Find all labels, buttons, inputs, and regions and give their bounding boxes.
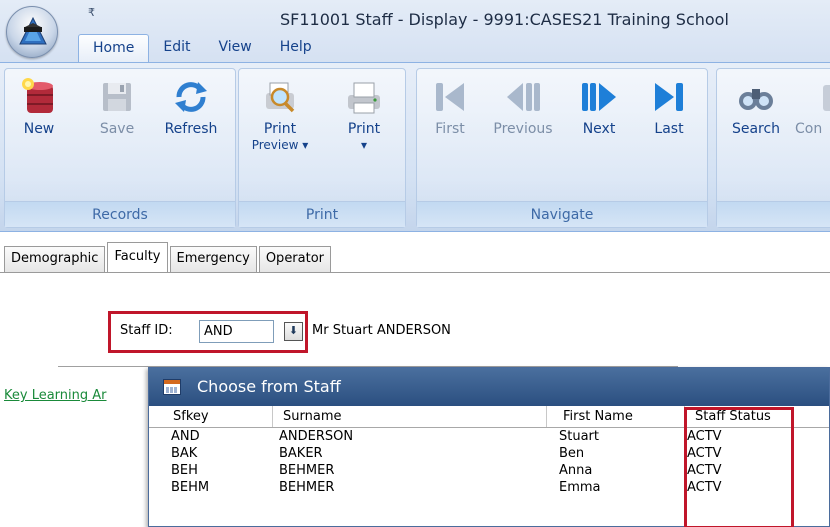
- print-preview-button[interactable]: Print Preview ▾: [245, 69, 315, 153]
- refresh-button[interactable]: Refresh: [155, 69, 227, 137]
- new-button-label: New: [23, 121, 55, 137]
- records-group-label: Records: [5, 201, 235, 227]
- next-record-icon: [582, 83, 616, 111]
- ribbon-tab-edit[interactable]: Edit: [149, 34, 204, 62]
- cell-first-name: Ben: [559, 446, 585, 461]
- binoculars-icon: [739, 89, 773, 110]
- previous-button[interactable]: Previous: [485, 69, 561, 137]
- save-disk-icon: [103, 83, 131, 111]
- context-icon: [823, 85, 830, 111]
- refresh-button-label: Refresh: [164, 121, 218, 137]
- save-button-label: Save: [99, 121, 135, 137]
- previous-record-icon: [507, 83, 540, 111]
- staff-full-name: Mr Stuart ANDERSON: [312, 323, 451, 338]
- print-preview-label-line2: Preview ▾: [251, 138, 309, 152]
- popup-title-bar[interactable]: Choose from Staff: [149, 368, 829, 406]
- tab-demographic[interactable]: Demographic: [4, 246, 106, 272]
- cell-first-name: Emma: [559, 480, 601, 495]
- cell-first-name: Stuart: [559, 429, 599, 444]
- first-button[interactable]: First: [423, 69, 477, 137]
- grid-window-icon: [163, 379, 181, 395]
- last-button[interactable]: Last: [639, 69, 699, 137]
- cell-staff-status: ACTV: [687, 446, 722, 461]
- staff-grid: Sfkey Surname First Name Staff Status AN…: [149, 406, 829, 496]
- cell-first-name: Anna: [559, 463, 593, 478]
- next-button-label: Next: [582, 121, 616, 137]
- popup-title: Choose from Staff: [197, 377, 341, 396]
- key-learning-area-link[interactable]: Key Learning Ar: [4, 388, 107, 403]
- first-record-icon: [436, 83, 464, 111]
- navigate-group: First Previous Next Last Navigate: [416, 68, 708, 228]
- tab-faculty[interactable]: Faculty: [107, 242, 168, 272]
- print-button-dropdown: ▾: [360, 138, 368, 152]
- print-preview-icon: [266, 82, 295, 113]
- cell-sfkey: BEH: [171, 463, 198, 478]
- column-header-staff-status[interactable]: Staff Status: [685, 406, 829, 427]
- new-button[interactable]: New: [11, 69, 67, 137]
- ribbon: New Save Refresh Records Print Preview ▾…: [0, 62, 830, 232]
- print-group-label: Print: [239, 201, 405, 227]
- tab-operator[interactable]: Operator: [258, 246, 332, 272]
- cell-surname: ANDERSON: [279, 429, 354, 444]
- cell-surname: BEHMER: [279, 480, 335, 495]
- ribbon-tab-help[interactable]: Help: [266, 34, 326, 62]
- application-menu-button[interactable]: [6, 6, 58, 58]
- app-logo-icon: [19, 17, 47, 45]
- table-row[interactable]: BEHM BEHMER Emma ACTV: [149, 479, 829, 496]
- ribbon-tab-strip: Home Edit View Help: [78, 34, 326, 62]
- ribbon-tab-home[interactable]: Home: [78, 34, 150, 62]
- staff-id-field[interactable]: AND: [199, 320, 274, 343]
- cell-sfkey: BEHM: [171, 480, 210, 495]
- cell-staff-status: ACTV: [687, 480, 722, 495]
- title-bar: ₹ SF11001 Staff - Display - 9991:CASES21…: [0, 0, 830, 62]
- records-group: New Save Refresh Records: [4, 68, 236, 228]
- context-button[interactable]: Con: [789, 69, 830, 137]
- cell-surname: BAKER: [279, 446, 323, 461]
- context-button-label: Con: [795, 121, 823, 137]
- search-group-label: [717, 201, 830, 227]
- column-header-first-name[interactable]: First Name: [547, 406, 685, 427]
- previous-button-label: Previous: [493, 121, 553, 137]
- table-row[interactable]: AND ANDERSON Stuart ACTV: [149, 428, 829, 445]
- form-tab-strip: Demographic Faculty Emergency Operator: [0, 232, 830, 278]
- save-button[interactable]: Save: [91, 69, 143, 137]
- search-button[interactable]: Search: [725, 69, 787, 137]
- last-record-icon: [655, 83, 683, 111]
- staff-id-label: Staff ID:: [120, 323, 173, 338]
- ribbon-tab-view[interactable]: View: [204, 34, 265, 62]
- column-header-surname[interactable]: Surname: [273, 406, 547, 427]
- next-button[interactable]: Next: [569, 69, 629, 137]
- last-button-label: Last: [654, 121, 684, 137]
- print-group: Print Preview ▾ Print ▾ Print: [238, 68, 406, 228]
- tab-baseline: [0, 272, 830, 273]
- cell-sfkey: AND: [171, 429, 200, 444]
- first-button-label: First: [435, 121, 465, 137]
- refresh-arrows-icon: [175, 82, 207, 112]
- printer-icon: [348, 82, 380, 114]
- quick-access-toolbar[interactable]: ₹: [88, 6, 95, 19]
- table-row[interactable]: BEH BEHMER Anna ACTV: [149, 462, 829, 479]
- database-new-icon: [22, 78, 53, 113]
- choose-staff-popup: Choose from Staff Sfkey Surname First Na…: [148, 367, 830, 527]
- navigate-group-label: Navigate: [417, 201, 707, 227]
- grid-header: Sfkey Surname First Name Staff Status: [149, 406, 829, 428]
- cell-staff-status: ACTV: [687, 429, 722, 444]
- print-button-label: Print: [347, 121, 381, 137]
- print-button[interactable]: Print ▾: [331, 69, 397, 153]
- cell-surname: BEHMER: [279, 463, 335, 478]
- tab-emergency[interactable]: Emergency: [169, 246, 257, 272]
- search-group: Search Con: [716, 68, 830, 228]
- window-title: SF11001 Staff - Display - 9991:CASES21 T…: [280, 10, 729, 29]
- cell-sfkey: BAK: [171, 446, 198, 461]
- table-row[interactable]: BAK BAKER Ben ACTV: [149, 445, 829, 462]
- search-button-label: Search: [731, 121, 781, 137]
- print-preview-label: Print: [263, 121, 297, 137]
- column-header-sfkey[interactable]: Sfkey: [149, 406, 273, 427]
- cell-staff-status: ACTV: [687, 463, 722, 478]
- staff-id-dropdown-button[interactable]: ⬇: [284, 322, 303, 341]
